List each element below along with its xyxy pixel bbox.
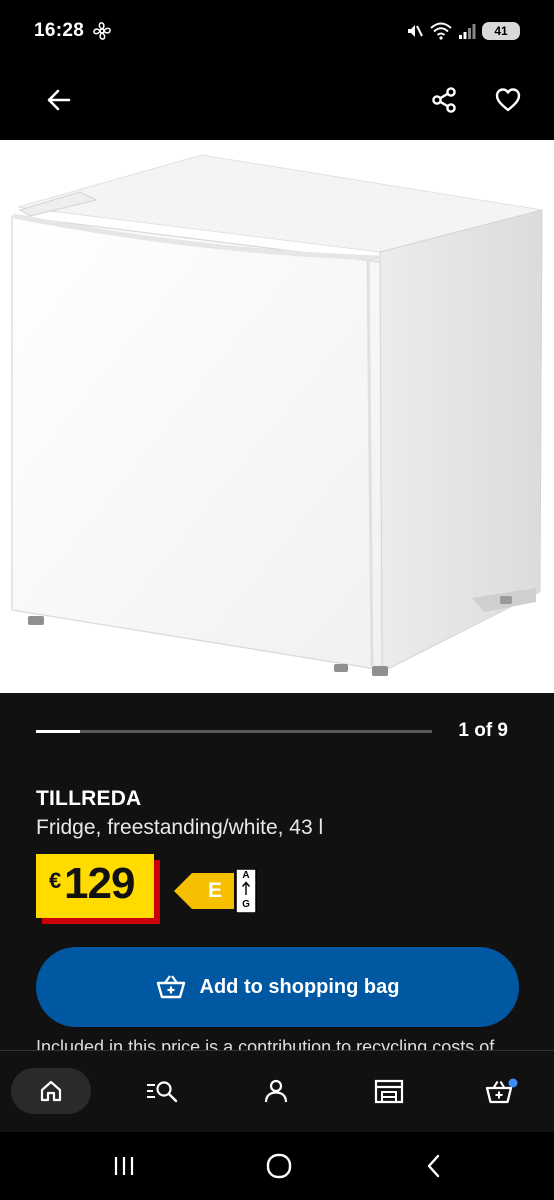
gallery-progress-fill (36, 730, 80, 733)
favorite-button[interactable] (486, 78, 530, 122)
status-time: 16:28 (34, 20, 85, 41)
home-icon (40, 1080, 62, 1102)
product-image[interactable] (0, 140, 554, 693)
store-icon (374, 1079, 404, 1104)
product-details: TILLREDA Fridge, freestanding/white, 43 … (0, 771, 554, 1063)
image-counter: 1 of 9 (458, 720, 508, 741)
shopping-bag-icon (485, 1078, 518, 1104)
nav-search[interactable] (122, 1068, 202, 1114)
profile-icon (264, 1079, 288, 1103)
product-description: Fridge, freestanding/white, 43 l (36, 816, 324, 839)
product-name: TILLREDA (36, 787, 142, 810)
battery-indicator: 41 (482, 22, 520, 40)
recents-button[interactable] (94, 1146, 154, 1186)
back-button[interactable] (37, 78, 81, 122)
bottom-nav (0, 1050, 554, 1132)
search-list-icon (147, 1081, 178, 1103)
share-icon (432, 87, 456, 113)
price-value: 129 (64, 859, 135, 908)
price-tag: € 129 (36, 854, 154, 918)
price-currency: € (49, 868, 62, 893)
back-chevron-icon (427, 1154, 440, 1178)
gallery-indicator: 1 of 9 (0, 693, 554, 771)
energy-label[interactable]: E A G (172, 869, 262, 913)
status-icons: 41 (406, 20, 520, 42)
fridge-image (11, 154, 543, 676)
app-header (0, 62, 554, 140)
mute-icon (408, 25, 423, 37)
share-button[interactable] (422, 78, 466, 122)
add-to-bag-button[interactable]: Add to shopping bag (36, 947, 519, 1027)
status-bar: 16:28 41 (0, 0, 554, 62)
nav-profile[interactable] (236, 1068, 316, 1114)
gallery-progress-track (36, 730, 432, 733)
back-arrow-icon (47, 89, 71, 111)
shopping-bag-plus-icon (156, 975, 185, 999)
system-navigation-bar (0, 1132, 554, 1200)
nav-stores[interactable] (349, 1068, 429, 1114)
system-back-button[interactable] (404, 1146, 464, 1186)
home-circle-icon (266, 1153, 292, 1179)
energy-class: E (207, 879, 222, 902)
nav-shopping-bag[interactable] (462, 1068, 542, 1114)
recents-icon (114, 1157, 134, 1175)
energy-scale-bottom: G (242, 899, 250, 910)
signal-icon (459, 24, 476, 39)
heart-icon (495, 88, 521, 112)
add-to-bag-label: Add to shopping bag (199, 975, 400, 998)
energy-scale-top: A (242, 870, 250, 881)
wifi-icon (430, 22, 452, 40)
nav-home[interactable] (11, 1068, 91, 1114)
system-home-button[interactable] (249, 1146, 309, 1186)
fan-icon (93, 22, 111, 40)
